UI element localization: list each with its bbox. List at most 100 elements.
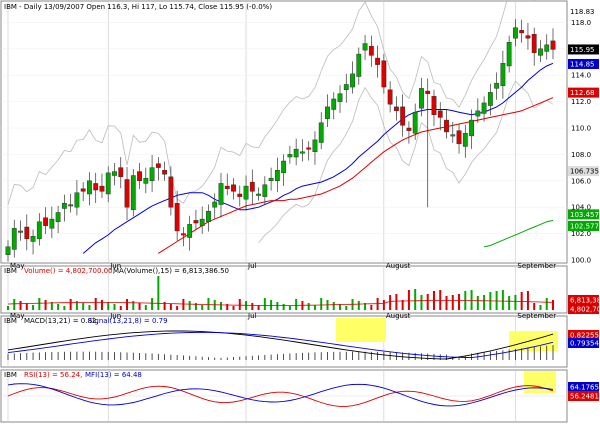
month-label: May [10,262,24,270]
badge-ma-fast: 114.85 [570,60,595,68]
badge-volume-ma: 6,813,386 [570,297,600,305]
candle-down [168,176,174,208]
volume-bar [370,305,373,310]
badge-signal: 0.793548 [570,340,600,348]
candle-up [513,27,518,39]
volume-bar [126,299,129,310]
candle-up [87,180,92,195]
candle-down [80,188,86,192]
volume-bar [495,291,498,310]
volume-bar [201,305,204,310]
candle-up [331,98,337,110]
volume-bar [526,291,529,310]
candle-down [231,184,236,192]
volume-bar [113,304,116,310]
candle-down [24,226,30,240]
badge-ma-slow: 112.68 [570,89,595,97]
volume-bar [232,306,235,310]
volume-bar [13,299,16,310]
volume-bar [44,300,47,310]
candle-up [487,92,493,106]
candle-up [475,110,481,117]
volume-bar [414,289,417,310]
volume-bar [407,290,410,310]
volume-bar [445,296,448,310]
month-label: Jul [247,312,257,320]
candle-up [544,44,550,52]
candle-up [318,122,324,143]
candle-up [30,236,36,242]
volume-bar [483,295,486,310]
volume-bar [451,295,454,310]
candle-up [74,192,80,208]
candle-down [224,185,230,189]
badge-ma-long: 103.457 [570,211,599,219]
candle-up [68,204,74,207]
candle-down [375,57,380,65]
candle-up [243,185,249,200]
stock-chart: IBM - Daily 13/09/2007 Open 116.3, Hi 11… [0,0,600,423]
candle-down [444,119,449,133]
candle-up [506,42,512,67]
candle-up [350,73,355,88]
volume-bar [282,304,285,310]
volume-bar [69,299,72,310]
volume-bar [238,299,241,310]
candle-up [274,170,280,182]
volume-bar [188,301,191,310]
price-axis-tick: 112.0 [571,98,591,106]
candle-up [55,212,61,222]
price-axis-tick: 106.0 [571,177,591,185]
month-label: Jun [109,262,121,270]
volume-bar [382,300,385,310]
candle-down [531,34,537,53]
candle-down [118,167,124,178]
candle-up [105,172,111,195]
candle-up [337,93,343,102]
candle-up [343,84,349,90]
volume-bar [100,300,103,310]
candle-down [137,171,142,181]
volume-bar [439,290,442,310]
candle-up [36,221,42,240]
candle-down [93,183,99,191]
candle-up [262,184,268,197]
volume-bar [288,306,291,310]
volume-bar [63,306,66,310]
candle-up [412,111,418,134]
candle-up [300,151,305,154]
volume-bar [508,296,511,310]
volume-bar [307,303,310,310]
volume-label: Volume() = 4,802,700.00, [24,267,115,275]
volume-bar [420,295,423,310]
candle-down [124,179,130,208]
volume-bar [157,276,160,310]
volume-bar [426,294,429,310]
candle-up [419,88,424,109]
candle-down [381,60,387,88]
volume-bar [389,295,392,310]
candle-up [281,160,287,174]
volume-bar [207,298,210,310]
price-axis-tick: 102.0 [571,230,591,238]
candle-down [155,163,161,168]
month-label: Jul [247,262,257,270]
volume-bar [458,294,461,310]
macd-highlight-1 [336,318,386,342]
candle-up [312,139,318,152]
volume-bar [345,306,348,310]
volume-bar [119,306,122,310]
volume-bar [25,303,28,310]
volume-bar [357,301,360,310]
candle-down [525,35,531,39]
candle-down [193,220,199,224]
candle-up [325,106,330,119]
candle-down [43,217,48,226]
badge-mfi: 64.1765 [570,384,599,392]
candle-down [400,106,406,126]
rsi-symbol: IBM [4,371,17,379]
volume-bar [132,301,135,310]
candle-down [368,45,374,56]
volume-bar [138,303,141,310]
volume-bar [514,295,517,310]
